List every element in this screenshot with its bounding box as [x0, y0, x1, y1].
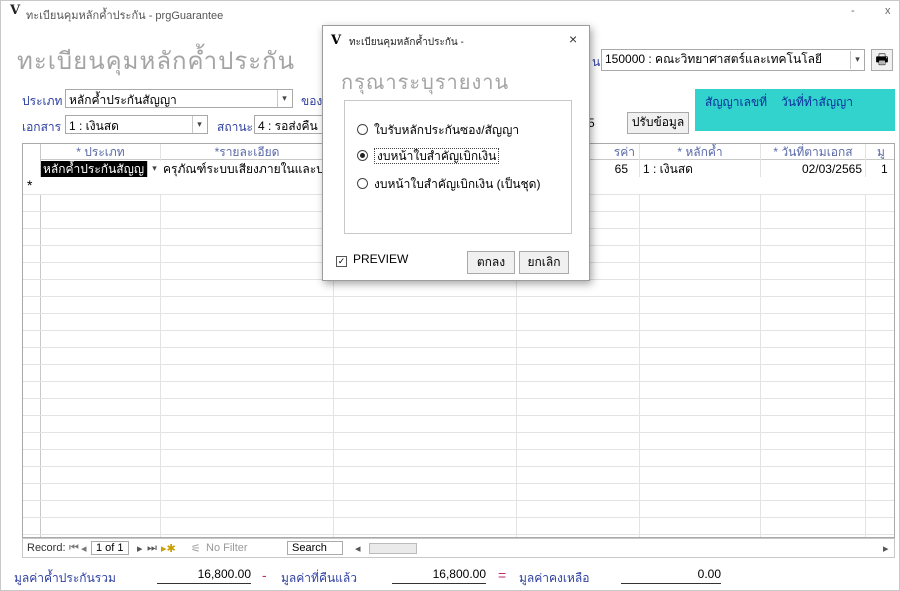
dialog-heading: กรุณาระบุรายงาน [341, 72, 510, 94]
doc-select-value: 1 : เงินสด [69, 119, 119, 133]
unit-label: น [592, 55, 601, 69]
app-logo-icon: V [331, 33, 342, 48]
contract-no-label: สัญญาเลขที่ [705, 95, 768, 109]
contract-info-panel: สัญญาเลขที่ วันที่ทำสัญญา [695, 89, 895, 131]
first-record-icon[interactable]: ⏮ [69, 542, 79, 555]
returned-value-label: มูลค่าที่คืนแล้ว [281, 571, 357, 585]
report-option-group: ใบรับหลักประกันซอง/สัญญา งบหน้าใบสำคัญเบ… [344, 100, 572, 234]
ok-button[interactable]: ตกลง [467, 251, 515, 274]
unit-select-value: 150000 : คณะวิทยาศาสตร์และเทคโนโลยี [605, 52, 823, 66]
returned-value: 16,800.00 [392, 567, 486, 584]
preview-label: PREVIEW [353, 252, 409, 266]
next-record-icon[interactable]: ▸ [137, 542, 143, 555]
doc-date-cell[interactable]: 02/03/2565 [762, 161, 862, 177]
window-title: ทะเบียนคุมหลักค้ำประกัน - prgGuarantee [26, 10, 224, 22]
checkbox-checked-icon[interactable]: ✓ [336, 256, 347, 267]
new-record-icon[interactable]: ▸✱ [161, 542, 176, 555]
option-voucher-summary[interactable]: งบหน้าใบสำคัญเบิกเงิน [357, 147, 500, 166]
chevron-down-icon[interactable]: ▾ [147, 161, 161, 177]
doc-select[interactable]: 1 : เงินสด [65, 115, 208, 134]
last-record-icon[interactable]: ⏭ [147, 542, 157, 555]
record-navigation-bar: Record: ⏮ ◂ 1 of 1 ▸ ⏭ ▸✱ ⚟ No Filter Se… [22, 538, 895, 558]
chevron-down-icon[interactable]: ▾ [277, 90, 291, 107]
status-label: สถานะ [217, 120, 253, 134]
remaining-value-label: มูลค่าคงเหลือ [519, 571, 590, 585]
preview-checkbox[interactable]: ✓ PREVIEW [336, 252, 408, 267]
minimize-button[interactable]: - [851, 5, 855, 17]
minus-sign: - [262, 567, 267, 583]
scroll-left-icon[interactable]: ◂ [355, 542, 361, 555]
form-title: ทะเบียนคุมหลักค้ำประกัน [17, 47, 296, 75]
scroll-right-icon[interactable]: ▸ [883, 542, 889, 555]
type-select-value: หลักค้ำประกันสัญญา [69, 93, 177, 107]
contract-date-label: วันที่ทำสัญญา [781, 95, 854, 109]
type-select[interactable]: หลักค้ำประกันสัญญา [65, 89, 293, 108]
of-label: ของ [301, 94, 323, 108]
column-header[interactable]: * ประเภท [41, 144, 160, 160]
previous-record-icon[interactable]: ◂ [81, 542, 87, 555]
equals-sign: = [498, 567, 507, 583]
record-position-input[interactable]: 1 of 1 [91, 541, 129, 555]
type-cell[interactable]: หลักค้ำประกันสัญญ [41, 161, 148, 177]
column-header[interactable]: * หลักค้ำ [640, 144, 760, 160]
detail-cell[interactable]: ครุภัณฑ์ระบบเสียงภายในและบ [163, 161, 333, 177]
column-header[interactable]: มู [866, 144, 894, 160]
close-window-button[interactable]: x [885, 5, 891, 17]
value-cell[interactable]: 1 [881, 161, 894, 177]
app-logo-icon: V [10, 3, 21, 18]
doc-label: เอกสาร [22, 120, 62, 134]
record-selector-column[interactable] [23, 144, 41, 537]
search-input[interactable]: Search [287, 541, 343, 555]
chevron-down-icon[interactable]: ▾ [850, 51, 864, 69]
unit-select[interactable]: 150000 : คณะวิทยาศาสตร์และเทคโนโลยี [601, 49, 865, 71]
record-label: Record: [27, 542, 66, 554]
title-bar: V ทะเบียนคุมหลักค้ำประกัน - prgGuarantee… [1, 1, 899, 23]
horizontal-scrollbar-thumb[interactable] [369, 543, 417, 554]
chevron-down-icon[interactable]: ▾ [192, 116, 206, 133]
filter-icon: ⚟ [191, 543, 201, 555]
new-record-marker: * [27, 177, 33, 193]
type-label: ประเภท [22, 94, 63, 108]
dialog-title: ทะเบียนคุมหลักค้ำประกัน - [349, 37, 464, 48]
option-voucher-summary-batch[interactable]: งบหน้าใบสำคัญเบิกเงิน (เป็นชุด) [357, 175, 540, 194]
radio-button[interactable] [357, 178, 368, 189]
status-select-value: 4 : รอส่งคืน [258, 119, 318, 133]
column-header[interactable]: * วันที่ตามเอกส [761, 144, 865, 160]
column-header[interactable]: *รายละเอียด [161, 144, 333, 160]
report-dialog: V ทะเบียนคุมหลักค้ำประกัน - × กรุณาระบุร… [322, 25, 590, 281]
close-icon[interactable]: × [569, 31, 577, 47]
radio-button[interactable] [357, 124, 368, 135]
no-filter-label[interactable]: No Filter [206, 542, 248, 554]
option-receipt[interactable]: ใบรับหลักประกันซอง/สัญญา [357, 121, 519, 140]
print-button[interactable]: 🖶 [871, 49, 893, 71]
radio-button-selected[interactable] [357, 150, 368, 161]
adjust-data-button[interactable]: ปรับข้อมูล [627, 112, 689, 134]
total-value-label: มูลค่าค้ำประกันรวม [14, 571, 116, 585]
cancel-button[interactable]: ยกเลิก [519, 251, 569, 274]
guarantee-cell[interactable]: 1 : เงินสด [643, 161, 758, 177]
remaining-value: 0.00 [621, 567, 721, 584]
total-value: 16,800.00 [157, 567, 251, 584]
printer-icon: 🖶 [875, 51, 889, 67]
